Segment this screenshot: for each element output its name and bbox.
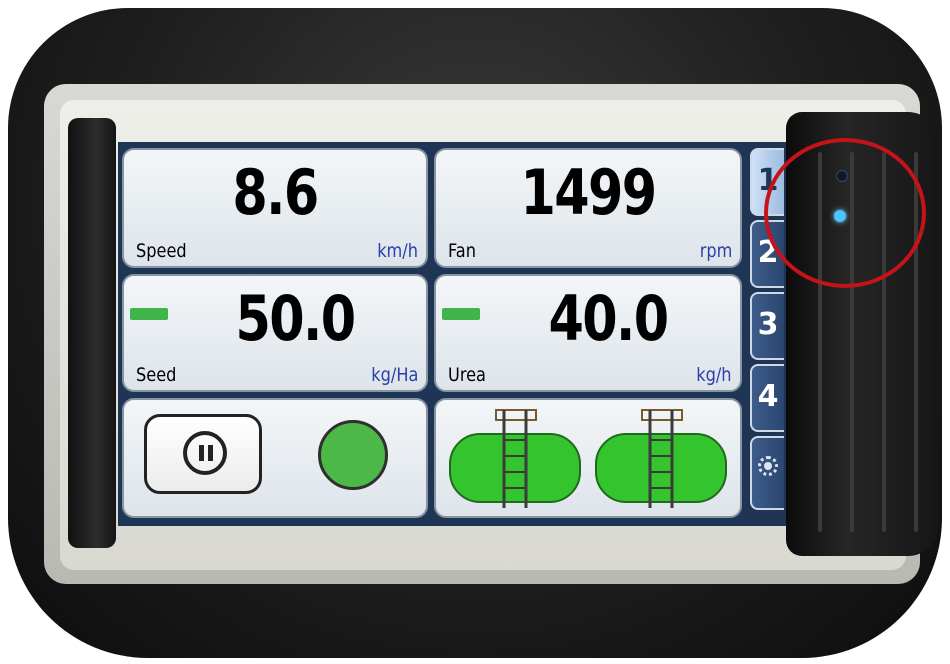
seed-rate-bar: [130, 308, 168, 320]
tanks-graphic: [449, 409, 727, 508]
left-grip: [68, 118, 116, 548]
urea-rate-bar: [442, 308, 480, 320]
tanks-tile[interactable]: [434, 398, 742, 518]
urea-label: Urea: [448, 364, 486, 386]
pause-icon: [183, 431, 227, 475]
tank-icon: [449, 409, 581, 508]
status-indicator: [318, 420, 388, 490]
speed-unit: km/h: [377, 240, 418, 262]
display-screen: 8.6 Speed km/h 1499 Fan rpm 50.0 Seed kg…: [118, 142, 788, 526]
seed-unit: kg/Ha: [370, 364, 418, 386]
fan-value: 1499: [520, 156, 658, 229]
tab-settings[interactable]: [750, 436, 784, 510]
speed-tile[interactable]: 8.6 Speed km/h: [122, 148, 428, 268]
tank-icon: [595, 409, 727, 508]
highlight-circle: [764, 138, 926, 288]
settings-gear-icon: [758, 456, 778, 476]
fan-unit: rpm: [699, 240, 732, 262]
pause-button[interactable]: [144, 414, 262, 494]
urea-value: 40.0: [548, 282, 670, 355]
seed-value: 50.0: [235, 282, 357, 355]
fan-label: Fan: [448, 240, 476, 262]
urea-tile[interactable]: 40.0 Urea kg/h: [434, 274, 742, 392]
seed-tile[interactable]: 50.0 Seed kg/Ha: [122, 274, 428, 392]
controls-tile: [122, 398, 428, 518]
speed-value: 8.6: [232, 156, 319, 229]
fan-tile[interactable]: 1499 Fan rpm: [434, 148, 742, 268]
seed-label: Seed: [136, 364, 177, 386]
urea-unit: kg/h: [696, 364, 732, 386]
speed-label: Speed: [136, 240, 187, 262]
tab-4[interactable]: 4: [750, 364, 784, 432]
tab-3[interactable]: 3: [750, 292, 784, 360]
